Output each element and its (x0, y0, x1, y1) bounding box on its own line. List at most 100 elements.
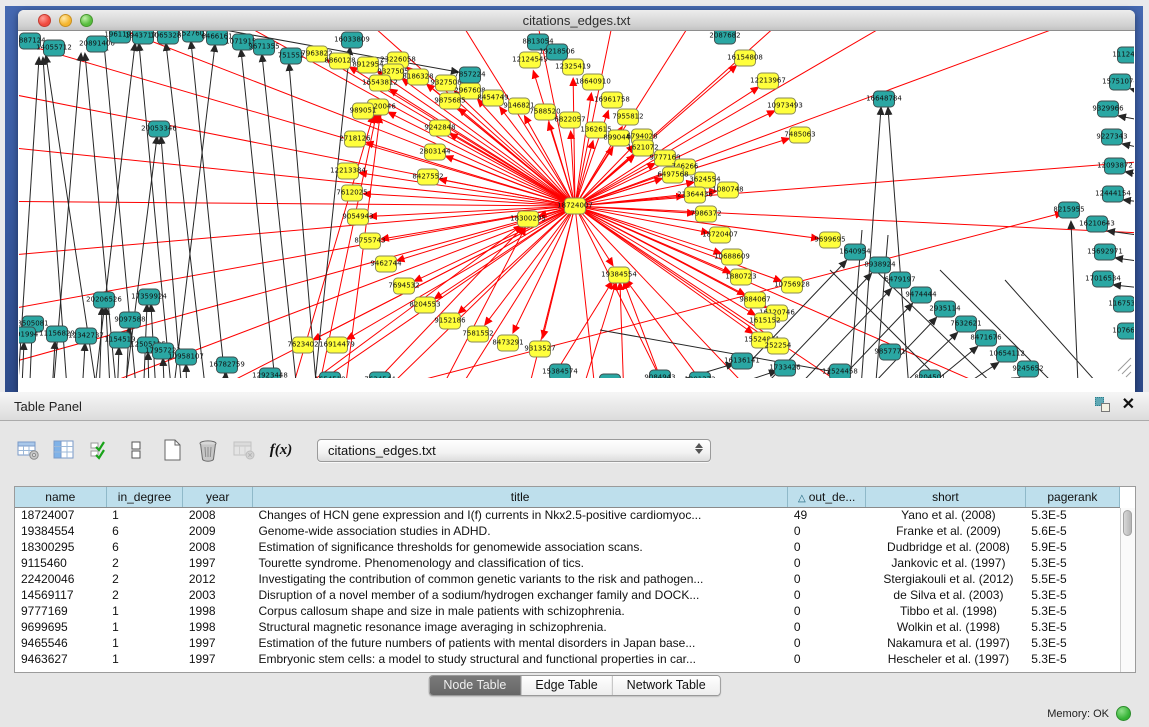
graph-node[interactable]: 12213384 (330, 163, 366, 179)
graph-node[interactable]: 9245652 (1012, 361, 1043, 377)
close-panel-icon[interactable]: ✕ (1122, 397, 1135, 412)
column-header-name[interactable]: name (15, 487, 106, 507)
table-row[interactable]: 911546021997Tourette syndrome. Phenomeno… (15, 555, 1120, 571)
graph-node[interactable]: 1080748 (712, 182, 743, 198)
table-row[interactable]: 977716911998Corpus callosum shape and si… (15, 603, 1120, 619)
graph-node[interactable]: 16961758 (594, 92, 630, 108)
graph-node[interactable]: 1112483 (1112, 47, 1134, 63)
graph-node[interactable]: 8215955 (1053, 202, 1084, 218)
graph-node[interactable]: 1654519 (314, 372, 345, 378)
graph-node[interactable]: 10756928 (774, 277, 810, 293)
graph-node[interactable]: 2935114 (929, 301, 961, 317)
graph-node[interactable]: 16136141 (724, 353, 760, 369)
table-row[interactable]: 946362711997Embryonic stem cells: a mode… (15, 651, 1120, 667)
graph-node[interactable]: 9474444 (905, 287, 937, 303)
graph-node[interactable]: 8204501 (914, 370, 945, 378)
graph-node[interactable]: 1733426 (769, 360, 801, 376)
graph-node[interactable]: 1640954 (839, 244, 871, 260)
float-panel-icon[interactable] (1095, 397, 1110, 412)
delete-table-button[interactable] (194, 437, 221, 464)
graph-node[interactable]: 7524452 (594, 374, 625, 378)
graph-node[interactable]: 17016534 (1085, 271, 1121, 287)
graph-node[interactable]: 8204553 (409, 297, 440, 313)
graph-node[interactable]: 21364436 (677, 187, 713, 203)
graph-node[interactable]: 1880723 (725, 269, 756, 285)
table-settings-button[interactable] (14, 437, 41, 464)
table-vertical-scrollbar[interactable] (1120, 508, 1135, 672)
graph-node[interactable]: 12325419 (555, 59, 591, 75)
graph-node[interactable]: 252254 (765, 338, 792, 354)
graph-node[interactable]: 9227343 (1096, 129, 1127, 145)
select-rows-button[interactable] (86, 437, 113, 464)
table-row[interactable]: 969969511998Structural magnetic resonanc… (15, 619, 1120, 635)
graph-node[interactable]: 16154808 (727, 50, 763, 66)
graph-node[interactable]: 9054943 (342, 209, 373, 225)
table-row[interactable]: 946554611997Estimation of the future num… (15, 635, 1120, 651)
graph-node[interactable]: 12444154 (1095, 186, 1131, 202)
graph-node[interactable]: 8471676 (970, 330, 1002, 346)
graph-node[interactable]: 8755743 (354, 233, 385, 249)
graph-node[interactable]: 16914479 (319, 337, 355, 353)
graph-node[interactable]: 1076612 (1112, 323, 1134, 339)
graph-node[interactable]: 15751074 (1102, 74, 1134, 90)
graph-node[interactable]: 9242848 (424, 120, 455, 136)
graph-node[interactable]: 7632621 (950, 316, 981, 332)
tab-node-table[interactable]: Node Table (429, 676, 521, 695)
graph-node[interactable]: 6479197 (884, 272, 915, 288)
graph-node[interactable]: 10688609 (714, 249, 750, 265)
graph-node[interactable]: 1167533 (1108, 296, 1134, 312)
graph-node[interactable]: 18720407 (702, 227, 738, 243)
table-row[interactable]: 1872400712008Changes of HCN gene express… (15, 507, 1120, 523)
column-header-out-de-[interactable]: △out_de... (788, 487, 866, 507)
resize-grip-icon[interactable] (1118, 358, 1131, 377)
graph-node[interactable]: 18640910 (575, 74, 611, 90)
graph-node[interactable]: 9313527 (524, 341, 555, 357)
graph-node[interactable]: 8473291 (492, 335, 523, 351)
graph-node[interactable]: 16033809 (334, 32, 370, 48)
graph-node[interactable]: 7612025 (336, 185, 367, 201)
graph-node[interactable]: 7986372 (690, 206, 721, 222)
table-row[interactable]: 2242004622012Investigating the contribut… (15, 571, 1120, 587)
table-row[interactable]: 1830029562008Estimation of significance … (15, 539, 1120, 555)
graph-node[interactable]: 7485063 (784, 127, 815, 143)
graph-node[interactable]: 751552 (278, 48, 305, 64)
graph-node[interactable]: 7955812 (612, 109, 643, 125)
network-window-titlebar[interactable]: citations_edges.txt (18, 10, 1135, 31)
graph-node[interactable]: 2087682 (709, 31, 740, 44)
function-builder-button[interactable]: f(x) (266, 437, 296, 464)
column-header-title[interactable]: title (252, 487, 787, 507)
column-header-pagerank[interactable]: pagerank (1025, 487, 1119, 507)
graph-node[interactable]: 9084943 (644, 370, 675, 378)
graph-node[interactable]: 989051 (350, 103, 377, 119)
column-header-in-degree[interactable]: in_degree (106, 487, 183, 507)
column-header-short[interactable]: short (866, 487, 1026, 507)
graph-node[interactable]: 16782759 (209, 357, 245, 373)
network-canvas[interactable]: 1872400779638228860128891295423226058932… (19, 31, 1134, 392)
graph-node[interactable]: 10654112 (989, 346, 1025, 362)
graph-node[interactable]: 8427552 (412, 169, 443, 185)
tab-network-table[interactable]: Network Table (613, 676, 720, 695)
table-select-dropdown[interactable]: citations_edges.txt (317, 439, 711, 462)
scrollbar-thumb[interactable] (1123, 510, 1132, 536)
row-height-button[interactable] (122, 437, 149, 464)
graph-node[interactable]: 9699695 (814, 232, 845, 248)
graph-node[interactable]: 15384574 (542, 364, 578, 378)
graph-node[interactable]: 16648784 (866, 91, 902, 107)
graph-node[interactable]: 9462744 (370, 256, 402, 272)
show-columns-button[interactable] (50, 437, 77, 464)
graph-node[interactable]: 1201372 (684, 372, 715, 378)
graph-node[interactable]: 12093872 (1097, 158, 1133, 174)
memory-status-indicator[interactable] (1116, 706, 1131, 721)
graph-node[interactable]: 9329966 (1092, 101, 1124, 117)
graph-node[interactable]: 16210643 (1079, 216, 1115, 232)
table-row[interactable]: 1456911722003Disruption of a novel membe… (15, 587, 1120, 603)
graph-node[interactable]: 2803144 (419, 144, 451, 160)
graph-node[interactable]: 7634544 (364, 372, 396, 378)
graph-node[interactable]: 12923448 (252, 368, 288, 378)
create-table-button[interactable] (158, 437, 185, 464)
table-row[interactable]: 1938455462009Genome-wide association stu… (15, 523, 1120, 539)
graph-node[interactable]: 9097588 (114, 312, 145, 328)
tab-edge-table[interactable]: Edge Table (521, 676, 612, 695)
column-header-year[interactable]: year (183, 487, 253, 507)
graph-node[interactable]: 15692971 (1087, 244, 1123, 260)
